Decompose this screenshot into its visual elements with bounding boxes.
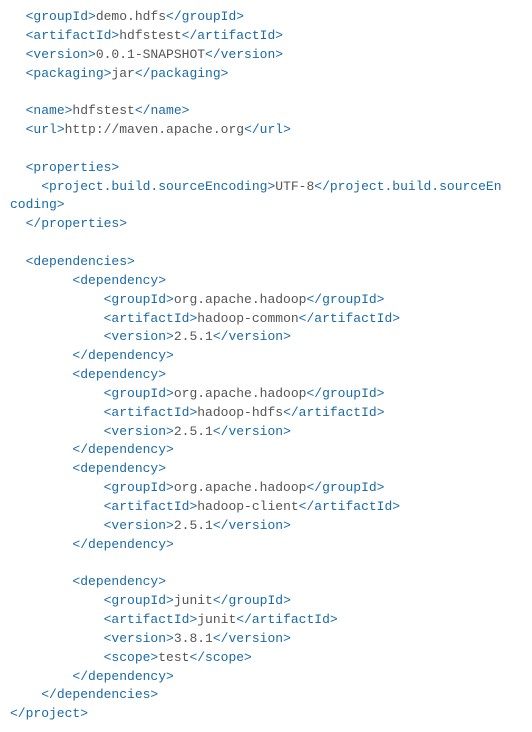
tag-url-open: <url>	[26, 122, 65, 137]
dep-artifact: hadoop-hdfs	[197, 405, 283, 420]
value-artifact: hdfstest	[119, 28, 181, 43]
tag-dependencies-close: </dependencies>	[41, 687, 158, 702]
dep-version: 3.8.1	[174, 631, 213, 646]
dep-artifact: hadoop-common	[197, 311, 298, 326]
value-encoding: UTF-8	[275, 179, 314, 194]
dep-version: 2.5.1	[174, 329, 213, 344]
value-name: hdfstest	[72, 103, 134, 118]
tag-dependency-open: <dependency>	[72, 273, 166, 288]
value-url: http://maven.apache.org	[65, 122, 244, 137]
value-packaging: jar	[111, 66, 134, 81]
tag-scope-open: <scope>	[104, 650, 159, 665]
value-groupid: demo.hdfs	[96, 9, 166, 24]
dep-version: 2.5.1	[174, 424, 213, 439]
tag-properties-close: </properties>	[26, 216, 127, 231]
tag-groupid-open: <groupId>	[26, 9, 96, 24]
xml-code-block: <groupId>demo.hdfs</groupId> <artifactId…	[10, 8, 522, 724]
tag-properties-open: <properties>	[26, 160, 120, 175]
dep-groupid: org.apache.hadoop	[174, 480, 307, 495]
dep-groupid: org.apache.hadoop	[174, 386, 307, 401]
dep-groupid: junit	[174, 593, 213, 608]
dep-artifact: junit	[197, 612, 236, 627]
dep-scope: test	[158, 650, 189, 665]
tag-dependencies-open: <dependencies>	[26, 254, 135, 269]
tag-version-open: <version>	[26, 47, 96, 62]
value-version: 0.0.1-SNAPSHOT	[96, 47, 205, 62]
dep-artifact: hadoop-client	[197, 499, 298, 514]
tag-packaging-open: <packaging>	[26, 66, 112, 81]
dep-groupid: org.apache.hadoop	[174, 292, 307, 307]
tag-dependency-close: </dependency>	[72, 348, 173, 363]
dep-version: 2.5.1	[174, 518, 213, 533]
tag-encoding-open: <project.build.sourceEncoding>	[41, 179, 275, 194]
tag-project-close: </project>	[10, 706, 88, 721]
tag-name-open: <name>	[26, 103, 73, 118]
tag-artifact-open: <artifactId>	[26, 28, 120, 43]
